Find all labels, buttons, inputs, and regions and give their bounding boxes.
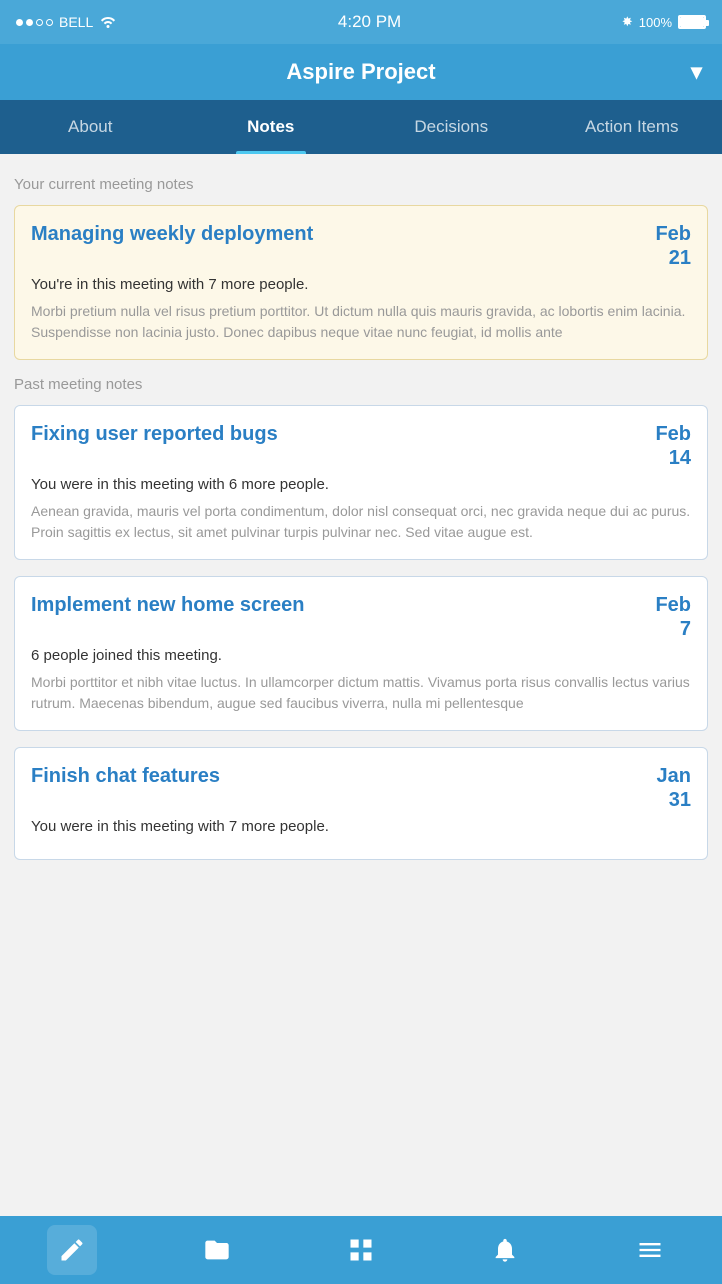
past-card-1-title: Fixing user reported bugs: [31, 422, 643, 447]
battery-icon: [678, 15, 706, 29]
past-card-1-body: Aenean gravida, mauris vel porta condime…: [31, 501, 691, 543]
current-card-title: Managing weekly deployment: [31, 222, 643, 247]
card-header: Managing weekly deployment Feb 21: [31, 222, 691, 270]
battery-label: 100%: [639, 15, 672, 30]
current-card-date: Feb 21: [655, 222, 691, 270]
current-meeting-card[interactable]: Managing weekly deployment Feb 21 You're…: [14, 205, 708, 360]
tab-about[interactable]: About: [0, 100, 181, 154]
notifications-nav-button[interactable]: [480, 1225, 530, 1275]
status-bar-right: ✸ 100%: [622, 14, 706, 30]
wifi-icon: [99, 14, 117, 31]
past-card-2-date: Feb 7: [655, 593, 691, 641]
dropdown-chevron-icon[interactable]: ▾: [691, 59, 702, 85]
status-time: 4:20 PM: [338, 12, 401, 32]
past-card-3-date: Jan 31: [657, 764, 691, 812]
main-content: Your current meeting notes Managing week…: [0, 154, 722, 1216]
past-meeting-card-1[interactable]: Fixing user reported bugs Feb 14 You wer…: [14, 405, 708, 560]
card-header: Finish chat features Jan 31: [31, 764, 691, 812]
status-bar-left: BELL: [16, 14, 117, 31]
current-card-subtitle: You're in this meeting with 7 more peopl…: [31, 276, 691, 293]
tab-decisions[interactable]: Decisions: [361, 100, 542, 154]
signal-icon: [16, 19, 53, 26]
past-card-3-title: Finish chat features: [31, 764, 645, 789]
past-section-label: Past meeting notes: [14, 376, 708, 393]
bluetooth-icon: ✸: [622, 14, 633, 30]
card-header: Implement new home screen Feb 7: [31, 593, 691, 641]
menu-nav-button[interactable]: [625, 1225, 675, 1275]
current-card-body: Morbi pretium nulla vel risus pretium po…: [31, 301, 691, 343]
app-header: Aspire Project ▾: [0, 44, 722, 100]
tab-action-items[interactable]: Action Items: [542, 100, 722, 154]
past-meeting-card-3[interactable]: Finish chat features Jan 31 You were in …: [14, 747, 708, 860]
bottom-nav: [0, 1216, 722, 1284]
past-card-2-body: Morbi porttitor et nibh vitae luctus. In…: [31, 672, 691, 714]
tab-bar: About Notes Decisions Action Items: [0, 100, 722, 154]
folder-nav-button[interactable]: [192, 1225, 242, 1275]
past-card-3-subtitle: You were in this meeting with 7 more peo…: [31, 818, 691, 835]
tab-notes[interactable]: Notes: [181, 100, 362, 154]
app-title: Aspire Project: [286, 59, 435, 85]
past-card-2-title: Implement new home screen: [31, 593, 643, 618]
past-meeting-card-2[interactable]: Implement new home screen Feb 7 6 people…: [14, 576, 708, 731]
past-card-1-subtitle: You were in this meeting with 6 more peo…: [31, 476, 691, 493]
current-section-label: Your current meeting notes: [14, 176, 708, 193]
card-header: Fixing user reported bugs Feb 14: [31, 422, 691, 470]
status-bar: BELL 4:20 PM ✸ 100%: [0, 0, 722, 44]
past-card-2-subtitle: 6 people joined this meeting.: [31, 647, 691, 664]
grid-nav-button[interactable]: [336, 1225, 386, 1275]
carrier-label: BELL: [59, 14, 93, 30]
past-card-1-date: Feb 14: [655, 422, 691, 470]
edit-nav-button[interactable]: [47, 1225, 97, 1275]
